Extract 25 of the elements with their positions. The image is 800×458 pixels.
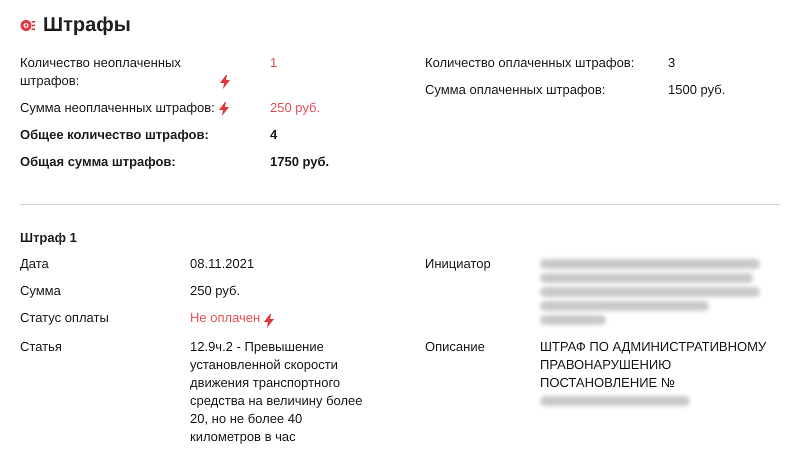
summary-label: Сумма оплаченных штрафов:: [425, 82, 606, 97]
field-value: 12.9ч.2 - Превышение установленной скорости движения транспортного средства на величину более 20, но не более 40 километров в час: [190, 338, 364, 446]
field-value: 08.11.2021: [190, 255, 256, 273]
field-label: Статус оплаты: [20, 309, 110, 327]
summary-label: Количество неоплаченных штрафов:: [20, 54, 182, 90]
summary-label: Сумма неоплаченных штрафов:: [20, 99, 215, 117]
field-value: ШТРАФ ПО АДМИНИСТРАТИВНОМУ ПРАВОНАРУШЕНИЮ ПОСТАНОВЛЕНИЕ №: [540, 338, 780, 410]
page-title: Штрафы: [43, 13, 131, 38]
fine-title: Штраф 1: [20, 229, 78, 247]
summary-value: 1: [270, 54, 278, 72]
field-label: Описание: [425, 338, 486, 356]
summary-label: Количество оплаченных штрафов:: [425, 55, 634, 70]
field-label: Дата: [20, 255, 50, 273]
summary-label: Общая сумма штрафов:: [20, 154, 176, 169]
summary-value: 1500 руб.: [668, 81, 726, 99]
field-value: 250 руб.: [190, 282, 242, 300]
summary-label: Общее количество штрафов:: [20, 127, 209, 142]
field-label: Статья: [20, 338, 63, 356]
summary-value: 4: [270, 126, 278, 144]
field-label: Сумма: [20, 282, 62, 300]
field-value: Не оплачен: [190, 310, 260, 325]
field-label: Инициатор: [425, 255, 492, 273]
summary-value: 250 руб.: [270, 99, 320, 117]
summary-value: 1750 руб.: [270, 153, 330, 171]
summary-value: 3: [668, 54, 676, 72]
